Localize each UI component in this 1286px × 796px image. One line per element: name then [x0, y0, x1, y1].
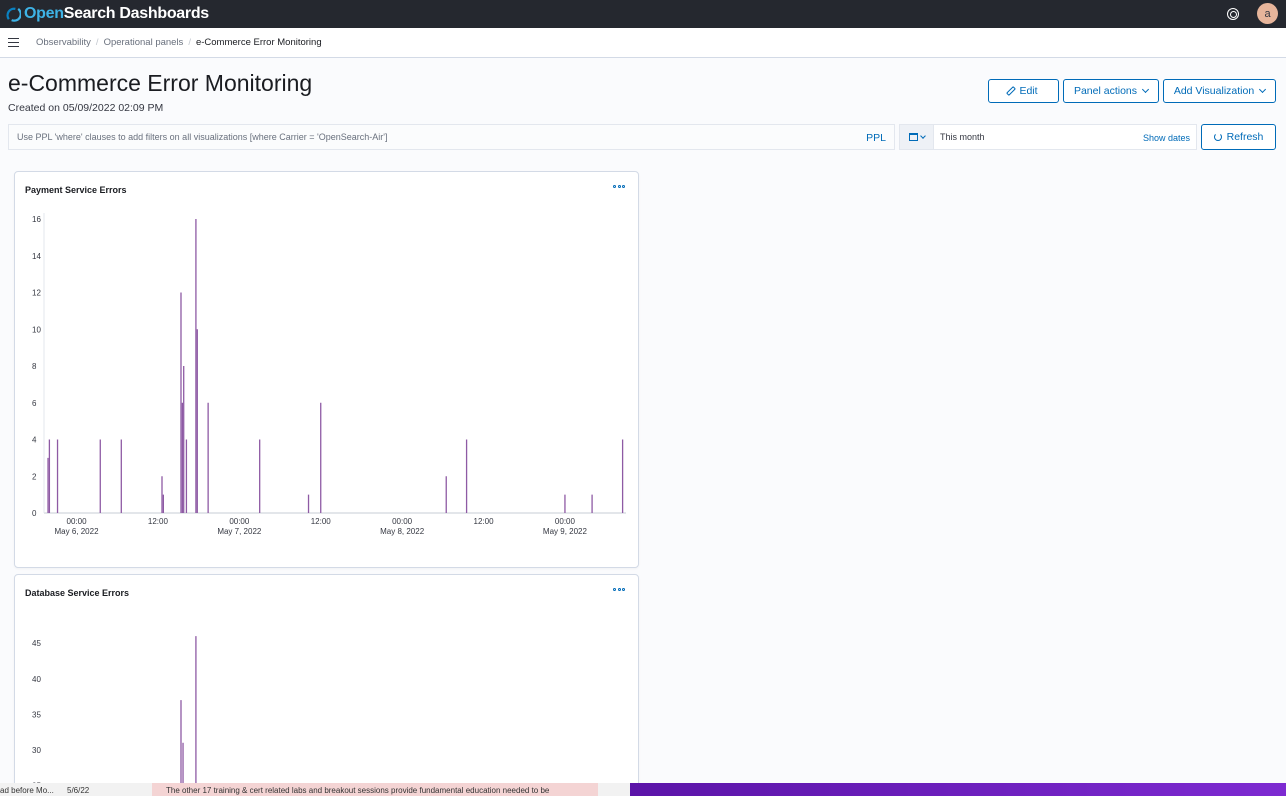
edit-button[interactable]: Edit [988, 79, 1059, 103]
chevron-down-icon [919, 132, 926, 139]
background-banner [630, 783, 1286, 796]
y-tick-label: 12 [32, 289, 41, 298]
refresh-label: Refresh [1226, 131, 1264, 143]
created-date: Created on 05/09/2022 02:09 PM [8, 102, 164, 114]
add-visualization-label: Add Visualization [1173, 85, 1255, 97]
panel-options-icon[interactable] [613, 588, 625, 591]
y-tick-label: 8 [32, 362, 37, 371]
x-tick-label: 00:00 [229, 517, 250, 526]
chevron-down-icon [1259, 85, 1267, 94]
breadcrumb-separator: / [188, 37, 191, 48]
ppl-filter-input[interactable]: Use PPL 'where' clauses to add filters o… [8, 124, 895, 150]
breadcrumb-observability[interactable]: Observability [36, 37, 91, 48]
breadcrumb-current: e-Commerce Error Monitoring [195, 37, 322, 48]
visualization-panel-payment: 0 2 4 6 8 10 12 14 16 00:00 May 6, 2022 12:00 00:00 M… [14, 171, 639, 568]
x-tick-date-label: May 8, 2022 [380, 527, 425, 536]
panel-actions-button[interactable]: Panel actions [1063, 79, 1159, 103]
edit-label: Edit [1019, 85, 1038, 97]
calendar-icon [908, 133, 918, 141]
y-tick-label: 0 [32, 509, 37, 518]
ppl-language-toggle[interactable]: PPL [866, 132, 886, 144]
quick-select-button[interactable] [900, 125, 934, 149]
y-tick-label: 35 [32, 710, 41, 719]
date-range-value[interactable]: This month [940, 132, 985, 142]
visualization-panel-database: 2530354045 Database Service Errors [14, 574, 639, 796]
y-tick-label: 40 [32, 675, 41, 684]
y-tick-label: 4 [32, 436, 37, 445]
x-tick-label: 00:00 [392, 517, 413, 526]
hamburger-menu-icon[interactable] [8, 38, 19, 47]
pencil-icon [1006, 86, 1017, 96]
help-icon[interactable] [1227, 7, 1239, 20]
page-title: e-Commerce Error Monitoring [8, 70, 313, 96]
x-tick-label: 00:00 [555, 517, 576, 526]
y-tick-label: 2 [32, 472, 37, 481]
panel-actions-label: Panel actions [1073, 85, 1138, 97]
top-nav-bar: OpenSearch Dashboards a [0, 0, 1286, 28]
x-tick-label: 12:00 [474, 517, 495, 526]
ppl-filter-placeholder: Use PPL 'where' clauses to add filters o… [17, 132, 388, 142]
refresh-icon [1213, 133, 1222, 141]
x-tick-label: 00:00 [67, 517, 88, 526]
y-tick-label: 16 [32, 215, 41, 224]
y-tick-label: 14 [32, 252, 41, 261]
x-tick-label: 12:00 [311, 517, 332, 526]
database-errors-chart: 2530354045 [32, 636, 197, 795]
x-tick-date-label: May 9, 2022 [543, 527, 588, 536]
brand-open-text: Open [24, 5, 64, 22]
payment-errors-chart: 024681012141600:00May 6, 202212:00 00:00M… [32, 213, 626, 536]
x-tick-date-label: May 7, 2022 [217, 527, 262, 536]
breadcrumb-operational-panels[interactable]: Operational panels [104, 37, 184, 48]
background-date: 5/6/22 [67, 786, 90, 795]
refresh-button[interactable]: Refresh [1201, 124, 1276, 150]
y-tick-label: 6 [32, 399, 37, 408]
breadcrumb-separator: / [95, 37, 99, 48]
y-tick-label: 10 [32, 325, 41, 334]
panel-title: Database Service Errors [25, 588, 130, 598]
opensearch-logo-icon [6, 7, 21, 22]
add-visualization-button[interactable]: Add Visualization [1163, 79, 1276, 103]
y-tick-label: 45 [32, 639, 41, 648]
y-tick-label: 30 [32, 746, 41, 755]
user-avatar[interactable]: a [1257, 3, 1278, 24]
panel-options-icon[interactable] [613, 185, 625, 188]
background-window-strip: ad before Mo... 5/6/22 The other 17 trai… [0, 783, 1286, 796]
date-picker[interactable]: This month Show dates [899, 124, 1197, 150]
panel-title: Payment Service Errors [25, 185, 127, 195]
background-snippet: The other 17 training & cert related lab… [152, 783, 598, 796]
opensearch-logo[interactable]: OpenSearch Dashboards [6, 5, 209, 23]
brand-rest-text: Search Dashboards [63, 5, 209, 22]
breadcrumb-bar: Observability / Operational panels / e-C… [0, 28, 1286, 58]
x-tick-label: 12:00 [148, 517, 169, 526]
background-text: ad before Mo... [0, 786, 54, 795]
chevron-down-icon [1141, 85, 1150, 94]
show-dates-link[interactable]: Show dates [1143, 133, 1190, 143]
x-tick-date-label: May 6, 2022 [55, 527, 100, 536]
